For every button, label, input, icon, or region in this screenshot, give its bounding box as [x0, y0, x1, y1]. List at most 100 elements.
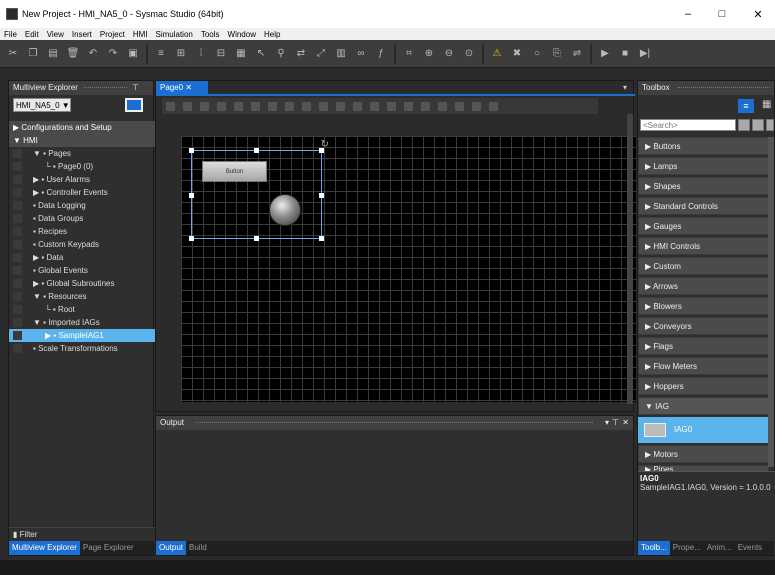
menu-view[interactable]: View: [47, 30, 64, 39]
pin-icon[interactable]: ⊤: [612, 416, 619, 430]
tree-item[interactable]: ▼ HMI: [9, 134, 155, 147]
tree-item[interactable]: └ ▪ Page0 (0): [9, 160, 155, 173]
toolbox-category[interactable]: ▶ HMI Controls: [638, 237, 769, 255]
device-select[interactable]: HMI_NA5_0 ▼: [13, 98, 71, 112]
tree-item[interactable]: ▼ ▪ Imported IAGs: [9, 316, 155, 329]
toolbox-category[interactable]: ▶ Hoppers: [638, 377, 769, 395]
tree-item[interactable]: ▪ Data Groups: [9, 212, 155, 225]
online-icon[interactable]: ⎘: [550, 47, 564, 61]
toolbox-category[interactable]: ▶ Lamps: [638, 157, 769, 175]
tree-arrow-icon[interactable]: ▼: [33, 149, 43, 158]
search-icon[interactable]: [752, 119, 764, 131]
toolbox-category[interactable]: ▶ Gauges: [638, 217, 769, 235]
cut-icon[interactable]: ✂: [6, 47, 20, 61]
align-center-icon[interactable]: [251, 101, 260, 111]
space-v-icon[interactable]: [455, 101, 464, 111]
search-dropdown-icon[interactable]: [738, 119, 750, 131]
grid-icon[interactable]: [489, 101, 498, 111]
same-height-icon[interactable]: [421, 101, 430, 111]
tree-checkbox[interactable]: [13, 266, 22, 275]
stop-icon[interactable]: ■: [618, 47, 632, 61]
filter-bar[interactable]: ▮ Filter: [9, 527, 155, 541]
toolbox-category[interactable]: ▶ Blowers: [638, 297, 769, 315]
resize-handle[interactable]: [189, 148, 194, 153]
grid-icon[interactable]: ▦: [234, 47, 248, 61]
zoom-in-icon[interactable]: ⊕: [422, 47, 436, 61]
tree-item[interactable]: ▪ Global Events: [9, 264, 155, 277]
menu-window[interactable]: Window: [228, 30, 256, 39]
zoom-reset-icon[interactable]: ⊙: [462, 47, 476, 61]
tree-item[interactable]: └ ▪ Root: [9, 303, 155, 316]
cross-ref-icon[interactable]: ⤢: [314, 47, 328, 61]
transfer-icon[interactable]: ⇌: [570, 47, 584, 61]
cut-icon[interactable]: [183, 101, 192, 111]
tab-build[interactable]: Build: [186, 541, 210, 555]
align-left-icon[interactable]: [234, 101, 243, 111]
tree-item[interactable]: ▶ ▪ Data: [9, 251, 155, 264]
tab-page-explorer[interactable]: Page Explorer: [80, 541, 137, 555]
toolbox-category[interactable]: ▶ Motors: [638, 445, 769, 463]
tree-item[interactable]: ▼ ▪ Pages: [9, 147, 155, 160]
pin-icon[interactable]: ⊤: [132, 81, 139, 95]
step-icon[interactable]: ▶|: [638, 47, 652, 61]
tree-checkbox[interactable]: [13, 253, 22, 262]
toolbox-category[interactable]: ▶ Buttons: [638, 137, 769, 155]
menu-help[interactable]: Help: [264, 30, 280, 39]
editor-scrollbar[interactable]: [627, 114, 633, 404]
menu-file[interactable]: File: [4, 30, 17, 39]
resize-handle[interactable]: [189, 236, 194, 241]
space-h-icon[interactable]: [438, 101, 447, 111]
find-icon[interactable]: ⚲: [274, 47, 288, 61]
build-icon[interactable]: ▣: [126, 47, 140, 61]
align-bottom-icon[interactable]: [319, 101, 328, 111]
maximize-button[interactable]: □: [705, 0, 739, 28]
tree-checkbox[interactable]: [13, 227, 22, 236]
close-icon[interactable]: ✕: [622, 416, 629, 430]
tree-checkbox[interactable]: [13, 175, 22, 184]
group-icon[interactable]: [370, 101, 379, 111]
menu-simulation[interactable]: Simulation: [155, 30, 192, 39]
select-icon[interactable]: [166, 101, 175, 111]
delete-icon[interactable]: 🗑: [66, 47, 80, 61]
toolbox-category[interactable]: ▶ Shapes: [638, 177, 769, 195]
rotate-handle-icon[interactable]: ↻: [321, 139, 329, 150]
panel-grip[interactable]: [84, 87, 127, 89]
same-width-icon[interactable]: [404, 101, 413, 111]
toolbox-scrollbar[interactable]: [768, 137, 774, 467]
tree-arrow-icon[interactable]: └: [45, 305, 53, 314]
tree-arrow-icon[interactable]: ▼: [33, 292, 43, 301]
ungroup-icon[interactable]: [387, 101, 396, 111]
distribute-icon[interactable]: ⁞: [194, 47, 208, 61]
bring-front-icon[interactable]: [336, 101, 345, 111]
grid-view-icon[interactable]: ▦: [762, 99, 771, 110]
toolbox-category[interactable]: ▶ Custom: [638, 257, 769, 275]
variable-icon[interactable]: ƒ: [374, 47, 388, 61]
library-icon[interactable]: ▥: [334, 47, 348, 61]
tree-checkbox[interactable]: [13, 318, 22, 327]
tree-arrow-icon[interactable]: ▼: [33, 318, 43, 327]
copy-icon[interactable]: ❐: [26, 47, 40, 61]
tree-item[interactable]: ▶ Configurations and Setup: [9, 121, 155, 134]
minimize-button[interactable]: –: [671, 0, 705, 28]
tree-checkbox[interactable]: [13, 201, 22, 210]
tree-checkbox[interactable]: [13, 214, 22, 223]
resize-handle[interactable]: [189, 193, 194, 198]
tree-checkbox[interactable]: [13, 344, 22, 353]
tree-checkbox[interactable]: [13, 149, 22, 158]
run-icon[interactable]: ▶: [598, 47, 612, 61]
list-view-icon[interactable]: ≡: [738, 99, 754, 113]
tree-item[interactable]: ▪ Recipes: [9, 225, 155, 238]
tree-item[interactable]: ▼ ▪ Resources: [9, 290, 155, 303]
toolbox-category[interactable]: ▶ Standard Controls: [638, 197, 769, 215]
tree-item[interactable]: ▪ Data Logging: [9, 199, 155, 212]
tab-events[interactable]: Events: [735, 541, 765, 555]
tree-checkbox[interactable]: [13, 331, 22, 340]
monitor-icon[interactable]: [125, 98, 143, 112]
lock-icon[interactable]: [472, 101, 481, 111]
warning-icon[interactable]: ⚠: [490, 47, 504, 61]
tree-checkbox[interactable]: [13, 292, 22, 301]
tab-properties[interactable]: Prope...: [670, 541, 704, 555]
resize-handle[interactable]: [319, 193, 324, 198]
toolbox-category[interactable]: ▶ Conveyors: [638, 317, 769, 335]
tree-checkbox[interactable]: [13, 279, 22, 288]
